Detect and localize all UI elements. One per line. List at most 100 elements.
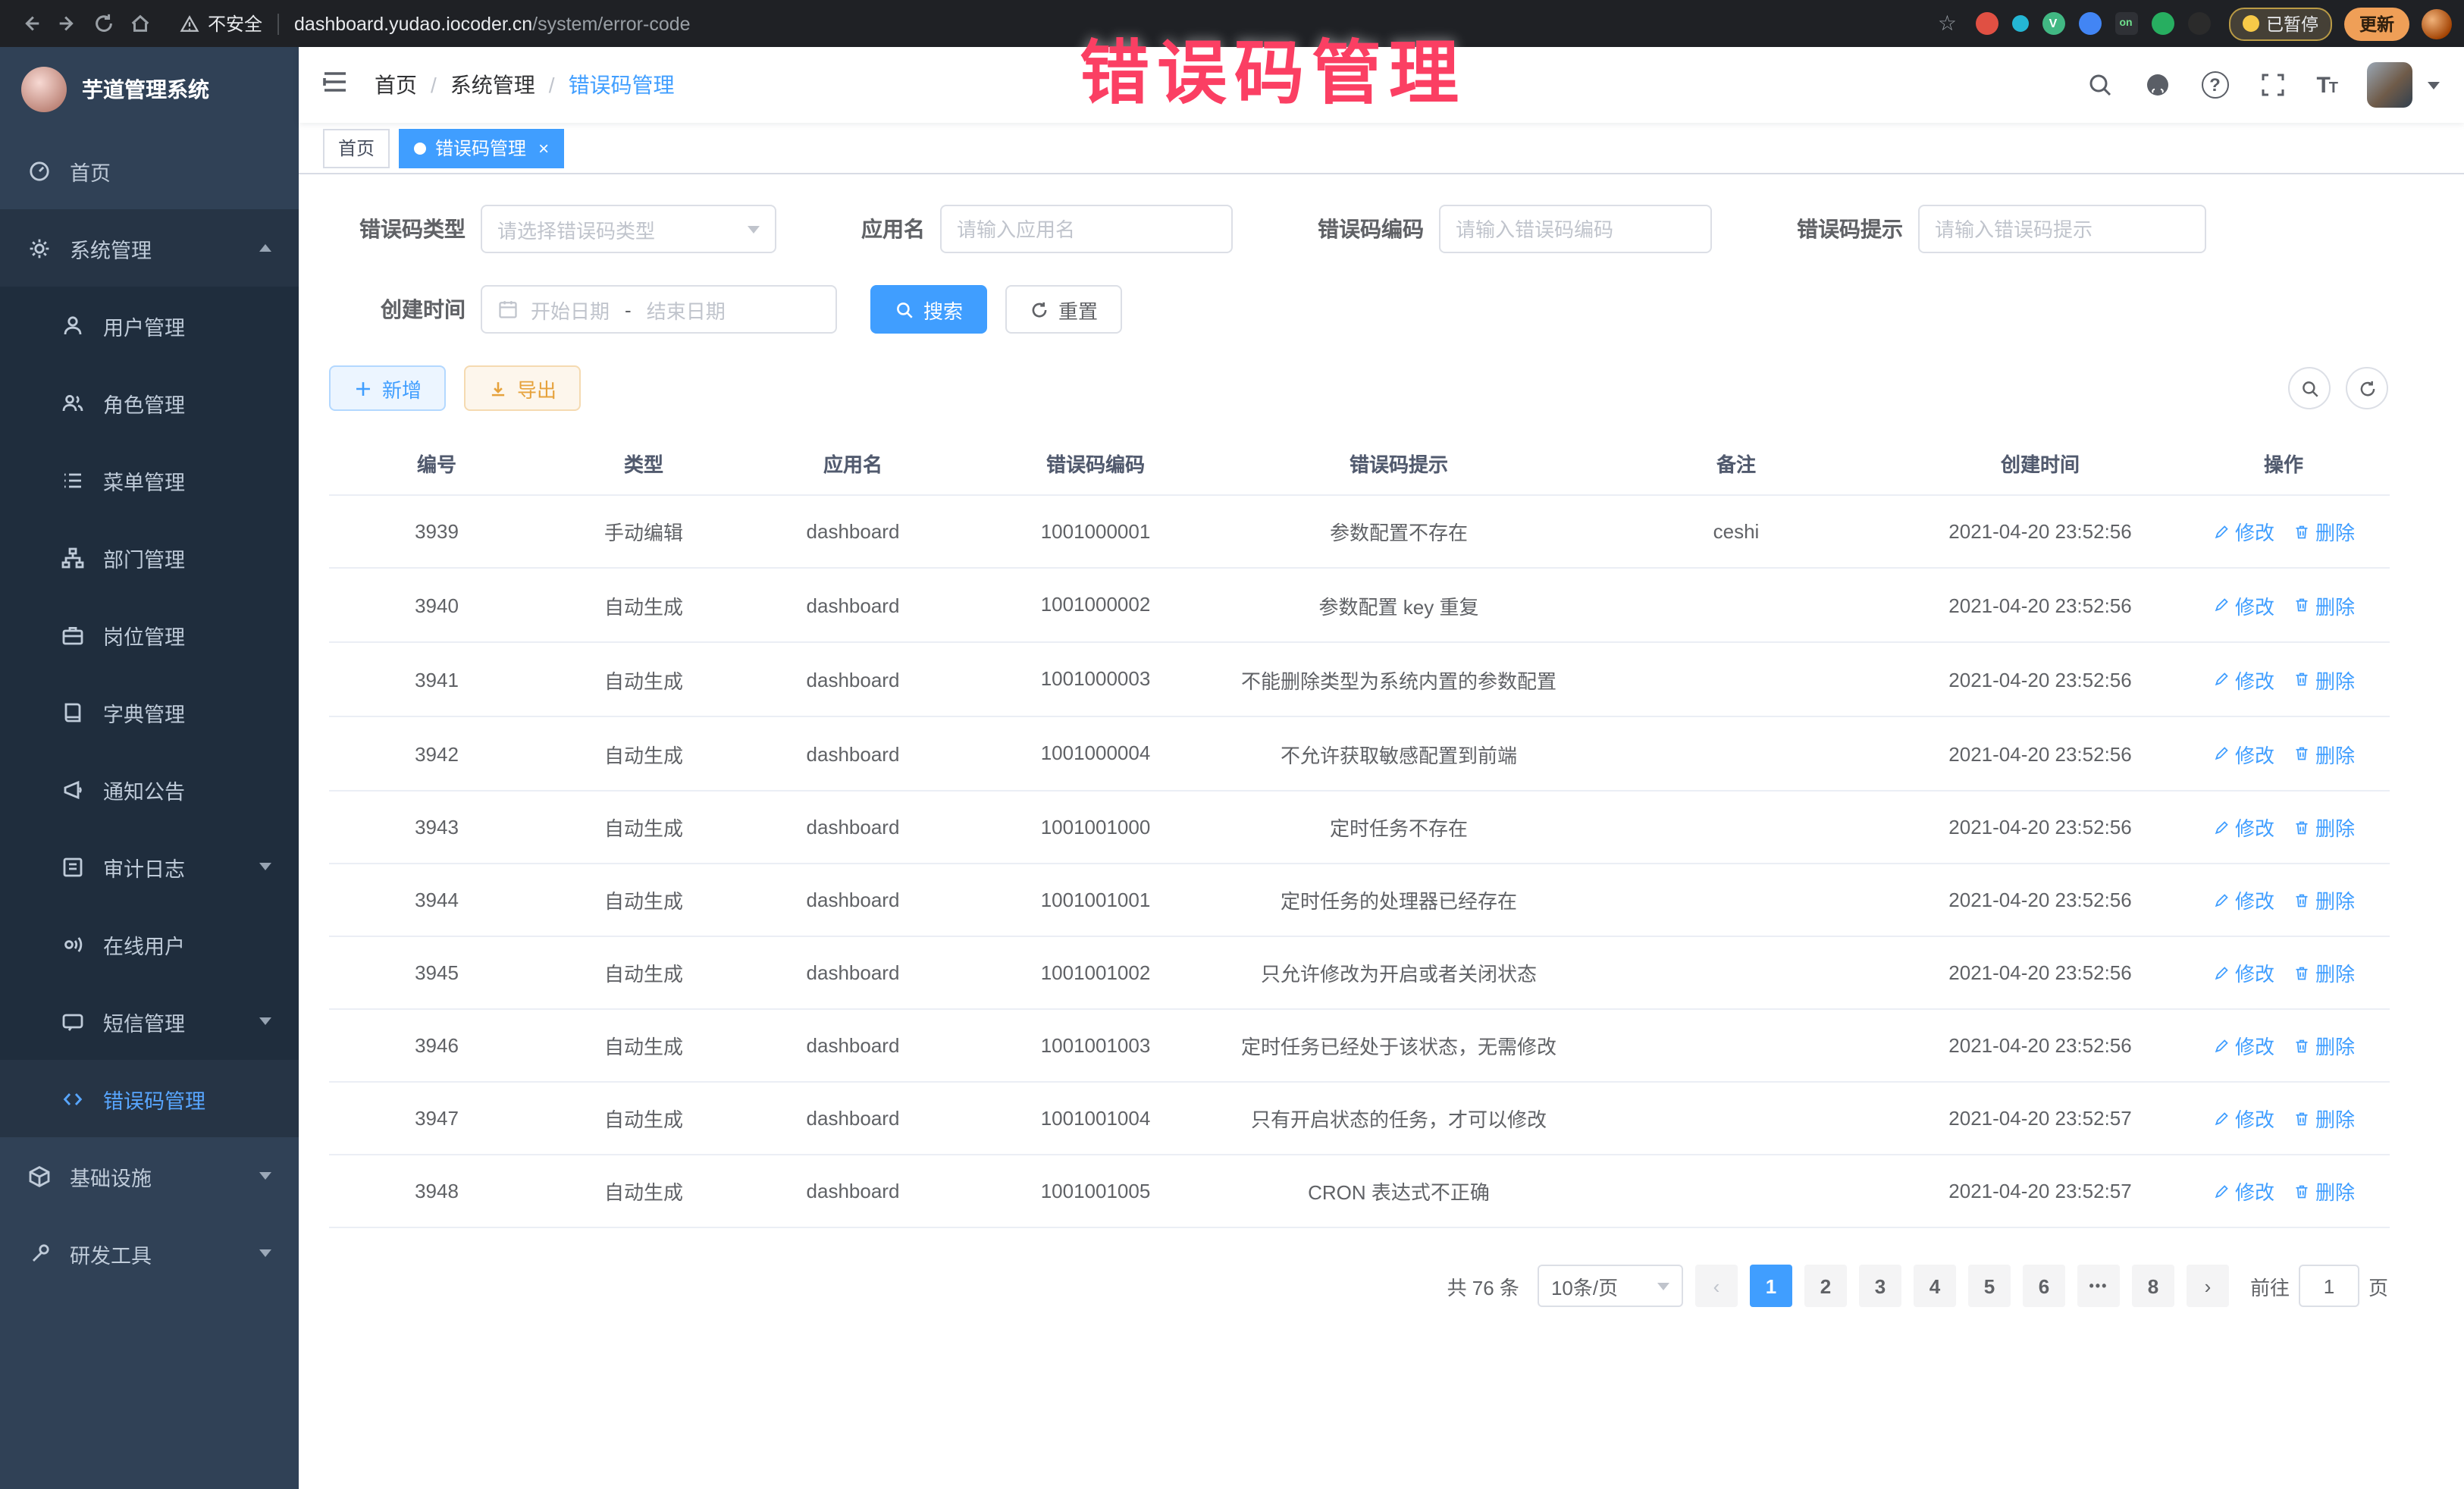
extension-people-icon[interactable] — [2078, 12, 2101, 35]
sidebar-item-error-codes[interactable]: 错误码管理 — [0, 1060, 299, 1137]
page-button-5[interactable]: 5 — [1968, 1265, 2011, 1307]
edit-link[interactable]: 修改 — [2212, 813, 2274, 842]
delete-link[interactable]: 删除 — [2293, 1104, 2355, 1133]
trash-icon — [2293, 1182, 2311, 1200]
logo-avatar — [21, 67, 67, 112]
delete-link[interactable]: 删除 — [2293, 1031, 2355, 1060]
user-avatar[interactable] — [2367, 62, 2412, 108]
code-icon — [61, 1086, 85, 1111]
edit-link[interactable]: 修改 — [2212, 958, 2274, 987]
prev-page-button[interactable]: ‹ — [1695, 1265, 1738, 1307]
sidebar-item-sms[interactable]: 短信管理 — [0, 983, 299, 1060]
export-button[interactable]: 导出 — [464, 365, 581, 411]
extension-red-icon[interactable] — [1975, 12, 1998, 35]
breadcrumb-home[interactable]: 首页 — [375, 70, 417, 100]
sidebar-item-home[interactable]: 首页 — [0, 132, 299, 209]
paused-badge[interactable]: 已暂停 — [2228, 7, 2332, 40]
next-page-button[interactable]: › — [2187, 1265, 2229, 1307]
sidebar-item-system[interactable]: 系统管理 — [0, 209, 299, 287]
search-icon[interactable] — [2086, 71, 2113, 99]
page-button-8[interactable]: 8 — [2132, 1265, 2174, 1307]
page-button-1[interactable]: 1 — [1750, 1265, 1792, 1307]
page-button-6[interactable]: 6 — [2023, 1265, 2065, 1307]
sidebar-item-users[interactable]: 用户管理 — [0, 287, 299, 364]
reset-button[interactable]: 重置 — [1005, 285, 1122, 334]
breadcrumb-system[interactable]: 系统管理 — [450, 70, 535, 100]
font-size-icon[interactable]: TT — [2316, 72, 2337, 98]
security-indicator[interactable]: 不安全 — [179, 11, 262, 36]
delete-link[interactable]: 删除 — [2293, 886, 2355, 914]
help-icon[interactable]: ? — [2201, 71, 2228, 99]
trash-icon — [2293, 818, 2311, 836]
sidebar-item-dev-tools[interactable]: 研发工具 — [0, 1215, 299, 1292]
edit-icon — [2212, 596, 2230, 614]
edit-link[interactable]: 修改 — [2212, 1031, 2274, 1060]
edit-link[interactable]: 修改 — [2212, 1177, 2274, 1205]
trash-icon — [2293, 670, 2311, 688]
edit-link[interactable]: 修改 — [2212, 1104, 2274, 1133]
refresh-table-button[interactable] — [2346, 367, 2388, 409]
sidebar-item-infrastructure[interactable]: 基础设施 — [0, 1137, 299, 1215]
app-name-input[interactable] — [957, 205, 1216, 253]
sidebar-item-departments[interactable]: 部门管理 — [0, 519, 299, 596]
home-icon[interactable] — [121, 5, 158, 42]
delete-link[interactable]: 删除 — [2293, 739, 2355, 768]
show-search-button[interactable] — [2288, 367, 2331, 409]
sidebar-item-audit-logs[interactable]: 审计日志 — [0, 828, 299, 905]
sidebar-item-roles[interactable]: 角色管理 — [0, 364, 299, 441]
col-type: 类型 — [544, 432, 743, 495]
browser-update-button[interactable]: 更新 — [2344, 7, 2409, 40]
page-button-3[interactable]: 3 — [1859, 1265, 1901, 1307]
fullscreen-icon[interactable] — [2259, 71, 2286, 99]
delete-link[interactable]: 删除 — [2293, 665, 2355, 694]
edit-link[interactable]: 修改 — [2212, 517, 2274, 546]
extension-on-badge-icon[interactable]: on — [2114, 12, 2137, 35]
tags-view-bar: 首页 错误码管理 × — [299, 123, 2464, 174]
delete-link[interactable]: 删除 — [2293, 958, 2355, 987]
close-icon[interactable]: × — [538, 137, 549, 158]
create-time-range-picker[interactable]: 开始日期 - 结束日期 — [481, 285, 837, 334]
extension-leaf-icon[interactable] — [2151, 12, 2174, 35]
error-hint-input[interactable] — [1935, 205, 2190, 253]
delete-link[interactable]: 删除 — [2293, 591, 2355, 619]
edit-link[interactable]: 修改 — [2212, 886, 2274, 914]
sidebar-item-dictionary[interactable]: 字典管理 — [0, 673, 299, 751]
page-size-select[interactable]: 10条/页 — [1538, 1265, 1683, 1307]
goto-page-input[interactable] — [2299, 1265, 2359, 1307]
delete-link[interactable]: 删除 — [2293, 1177, 2355, 1205]
sidebar-item-announcements[interactable]: 通知公告 — [0, 751, 299, 828]
back-icon[interactable] — [12, 5, 49, 42]
address-bar[interactable]: dashboard.yudao.iocoder.cn/system/error-… — [294, 13, 1929, 34]
extension-dark-icon[interactable] — [2187, 12, 2210, 35]
add-button[interactable]: 新增 — [329, 365, 446, 411]
emoji-icon — [2242, 15, 2259, 32]
sidebar-item-online-users[interactable]: 在线用户 — [0, 905, 299, 983]
sidebar-item-positions[interactable]: 岗位管理 — [0, 596, 299, 673]
tag-error-codes[interactable]: 错误码管理 × — [399, 128, 564, 168]
sidebar-toggle-icon[interactable] — [320, 66, 350, 104]
page-button-2[interactable]: 2 — [1804, 1265, 1847, 1307]
bookmark-star-icon[interactable]: ☆ — [1938, 11, 1957, 36]
app-logo[interactable]: 芋道管理系统 — [0, 47, 299, 132]
page-button-4[interactable]: 4 — [1914, 1265, 1956, 1307]
reload-icon[interactable] — [85, 5, 121, 42]
extension-cyan-icon[interactable] — [2011, 15, 2028, 32]
vue-devtools-icon[interactable]: V — [2042, 12, 2064, 35]
error-code-input[interactable] — [1456, 205, 1695, 253]
github-icon[interactable] — [2143, 71, 2171, 99]
error-code-table: 编号 类型 应用名 错误码编码 错误码提示 备注 创建时间 操作 3939 — [329, 432, 2390, 1228]
more-pages-button[interactable]: ••• — [2077, 1265, 2120, 1307]
forward-icon[interactable] — [49, 5, 85, 42]
trash-icon — [2293, 522, 2311, 541]
browser-profile-avatar[interactable] — [2422, 8, 2452, 39]
delete-link[interactable]: 删除 — [2293, 517, 2355, 546]
search-button[interactable]: 搜索 — [870, 285, 987, 334]
edit-link[interactable]: 修改 — [2212, 591, 2274, 619]
sidebar-item-menus[interactable]: 菜单管理 — [0, 441, 299, 519]
error-type-select[interactable]: 请选择错误码类型 — [481, 205, 776, 253]
tag-home[interactable]: 首页 — [323, 128, 390, 168]
delete-link[interactable]: 删除 — [2293, 813, 2355, 842]
edit-link[interactable]: 修改 — [2212, 739, 2274, 768]
edit-link[interactable]: 修改 — [2212, 665, 2274, 694]
caret-down-icon[interactable] — [2428, 81, 2440, 89]
